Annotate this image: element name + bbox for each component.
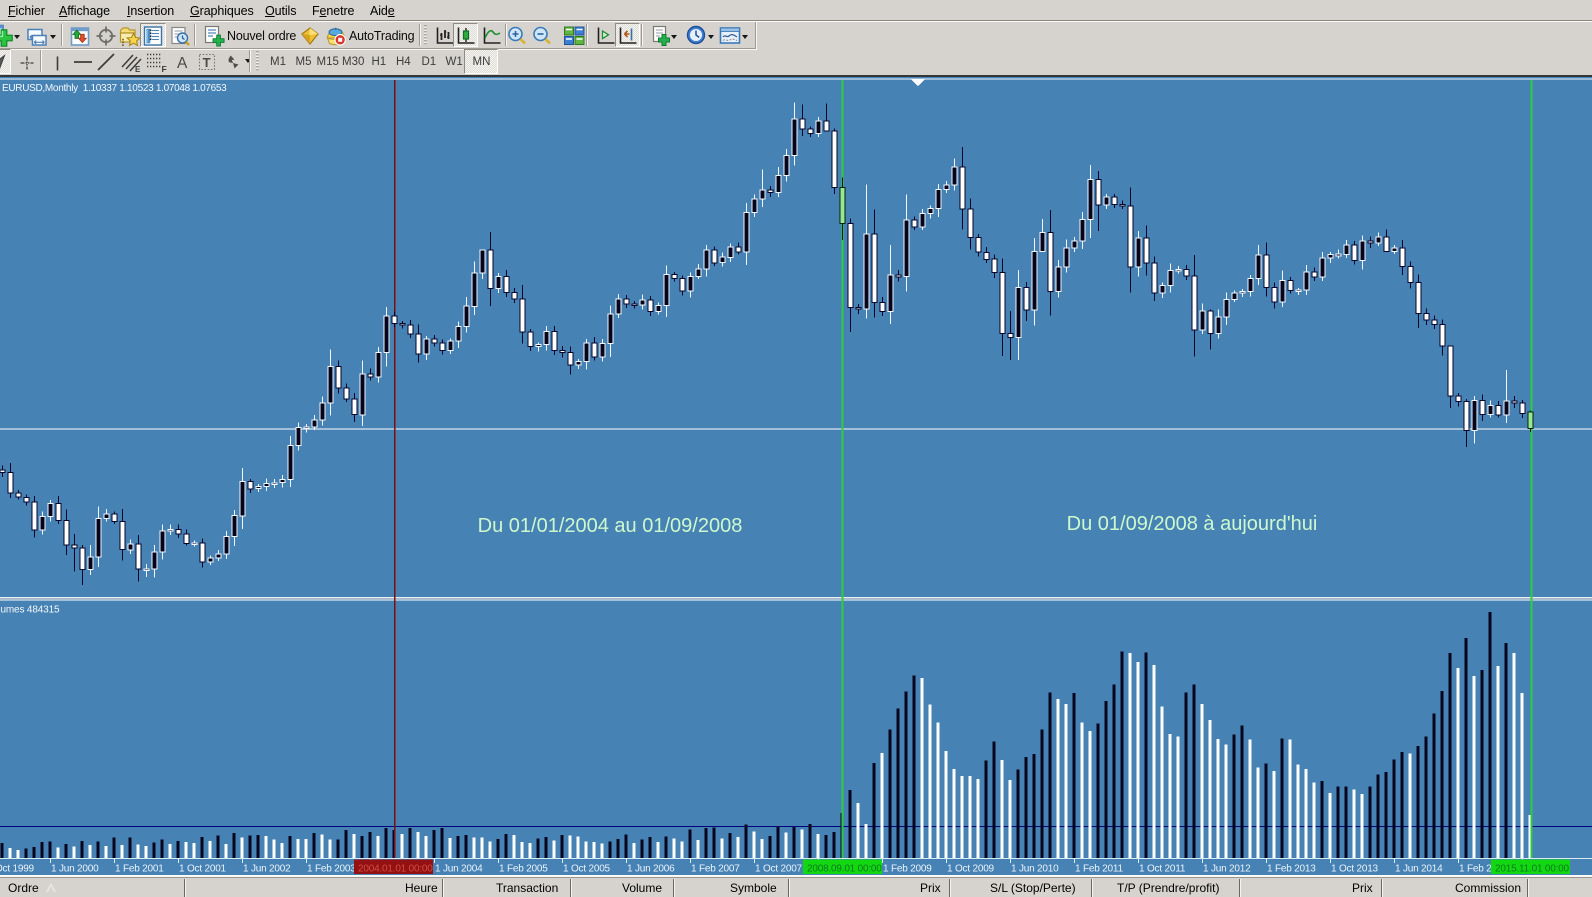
svg-text:1 Jun 2014: 1 Jun 2014 — [1395, 864, 1443, 875]
svg-text:2015.11.01 00:00: 2015.11.01 00:00 — [1495, 864, 1570, 875]
svg-text:Du 01/09/2008 à aujourd'hui: Du 01/09/2008 à aujourd'hui — [1067, 513, 1318, 535]
svg-text:1 Jun 2002: 1 Jun 2002 — [243, 864, 291, 875]
svg-text:1 Feb 2011: 1 Feb 2011 — [1075, 864, 1123, 875]
svg-text:Du 01/01/2004 au 01/09/2008: Du 01/01/2004 au 01/09/2008 — [478, 515, 743, 537]
svg-text:EURUSD,Monthly 1.10337 1.1052: EURUSD,Monthly 1.10337 1.10523 1.07048 1… — [2, 83, 227, 94]
svg-text:T: T — [203, 55, 211, 70]
svg-text:1 Oct 2007: 1 Oct 2007 — [755, 864, 803, 875]
svg-text:1 Jun 2006: 1 Jun 2006 — [627, 864, 675, 875]
svg-text:E: E — [135, 65, 141, 74]
svg-text:2008.09.01 00:00: 2008.09.01 00:00 — [807, 864, 882, 875]
svg-text:F: F — [162, 64, 167, 74]
svg-text:1 Oct 2011: 1 Oct 2011 — [1139, 864, 1186, 875]
svg-text:1 Jun 2004: 1 Jun 2004 — [435, 864, 483, 875]
svg-text:1 Oct 2013: 1 Oct 2013 — [1331, 864, 1379, 875]
svg-text:1 Jun 2000: 1 Jun 2000 — [51, 864, 99, 875]
svg-text:1 Jun 2010: 1 Jun 2010 — [1011, 864, 1059, 875]
svg-text:1 Feb 2003: 1 Feb 2003 — [307, 864, 356, 875]
svg-text:1 Jun 2012: 1 Jun 2012 — [1203, 864, 1251, 875]
svg-text:A: A — [177, 55, 188, 72]
svg-text:1 Oct 2009: 1 Oct 2009 — [947, 864, 995, 875]
svg-text:Volumes 484315: Volumes 484315 — [0, 605, 60, 616]
svg-text:1 Feb 2009: 1 Feb 2009 — [883, 864, 932, 875]
svg-text:1 Feb 2005: 1 Feb 2005 — [499, 864, 548, 875]
svg-text:2004.01.01 00:00: 2004.01.01 00:00 — [358, 864, 433, 875]
svg-text:1 Oct 2001: 1 Oct 2001 — [179, 864, 227, 875]
svg-text:1 Feb 2007: 1 Feb 2007 — [691, 864, 740, 875]
svg-text:1 Oct 2005: 1 Oct 2005 — [563, 864, 611, 875]
svg-text:1 Oct 1999: 1 Oct 1999 — [0, 864, 35, 875]
svg-text:1 Feb 2013: 1 Feb 2013 — [1267, 864, 1316, 875]
svg-text:1 Feb 2001: 1 Feb 2001 — [115, 864, 164, 875]
